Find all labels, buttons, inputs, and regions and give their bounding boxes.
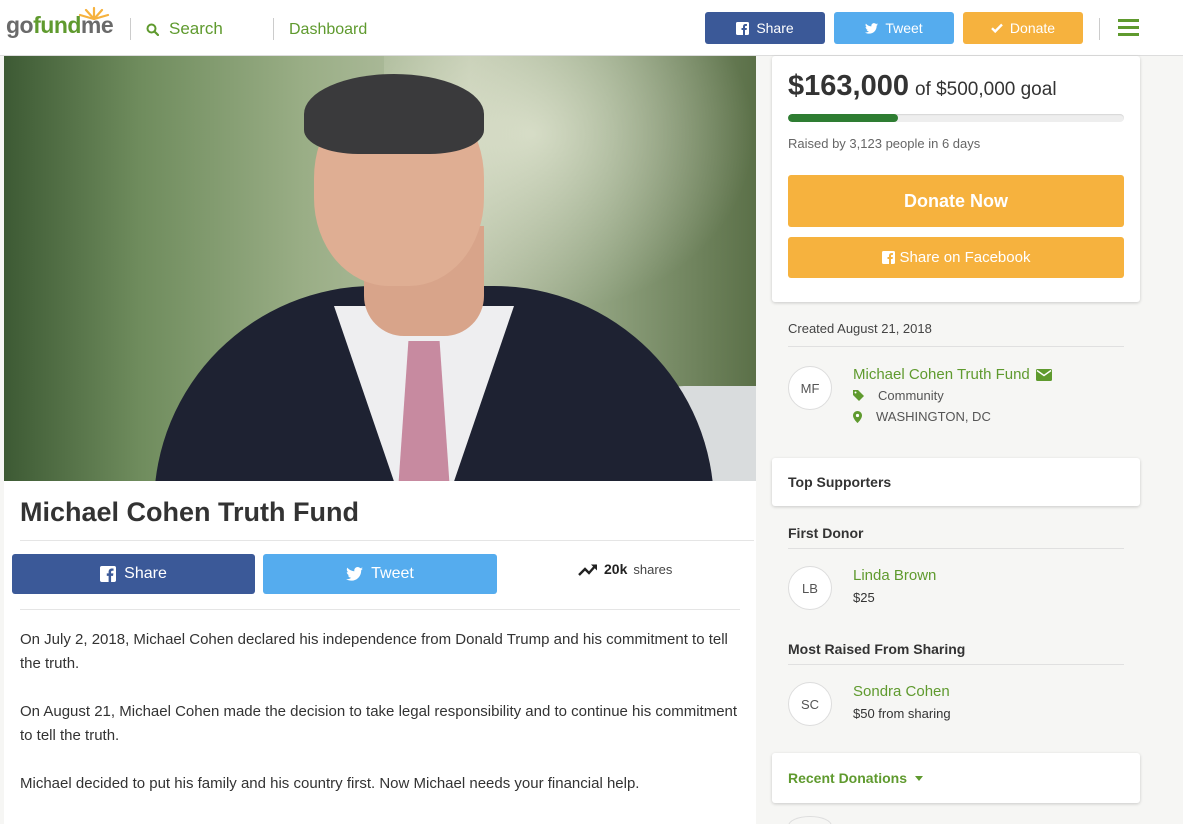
- most-raised-amount: $50 from sharing: [853, 706, 951, 721]
- envelope-icon[interactable]: [1035, 368, 1052, 381]
- nav-divider: [130, 18, 131, 40]
- trending-up-icon: [578, 563, 597, 576]
- most-raised-name[interactable]: Sondra Cohen: [853, 683, 950, 700]
- map-marker-icon: [853, 410, 862, 423]
- avatar: MF: [788, 366, 832, 410]
- facebook-icon: [881, 251, 895, 264]
- donate-now-button[interactable]: Donate Now: [788, 175, 1124, 227]
- organizer-link[interactable]: Michael Cohen Truth Fund: [853, 366, 1052, 383]
- first-donor-name[interactable]: Linda Brown: [853, 567, 936, 584]
- menu-icon[interactable]: [1118, 19, 1139, 36]
- top-supporters-card: Top Supporters: [772, 458, 1140, 506]
- first-donor-amount: $25: [853, 590, 875, 605]
- story-paragraph: On July 2, 2018, Michael Cohen declared …: [20, 631, 728, 672]
- shares-count: 20k shares: [578, 561, 672, 577]
- avatar: [788, 816, 832, 824]
- story-paragraph: On August 21, Michael Cohen made the dec…: [20, 703, 738, 744]
- dashboard-link[interactable]: Dashboard: [289, 21, 367, 39]
- tweet-button-label: Tweet: [371, 565, 414, 582]
- first-donor-heading: First Donor: [788, 525, 864, 541]
- logo-prefix: go: [6, 12, 34, 38]
- header-tweet-button[interactable]: Tweet: [834, 12, 954, 44]
- organizer-name: Michael Cohen Truth Fund: [853, 366, 1030, 383]
- share-on-facebook-label: Share on Facebook: [899, 249, 1031, 266]
- avatar: LB: [788, 566, 832, 610]
- raised-amount: $163,000: [788, 70, 909, 102]
- category-label: Community: [878, 388, 944, 403]
- tweet-button[interactable]: Tweet: [263, 554, 497, 594]
- share-button[interactable]: Share: [12, 554, 255, 594]
- logo-fund: fund: [33, 12, 81, 38]
- facebook-icon: [100, 566, 117, 582]
- divider: [788, 664, 1124, 665]
- search-label: Search: [169, 19, 223, 38]
- raised-by-text: Raised by 3,123 people in 6 days: [788, 136, 981, 151]
- amount-raised: $163,000 of $500,000 goal: [788, 70, 1057, 103]
- shares-label: shares: [633, 561, 673, 577]
- campaign-title: Michael Cohen Truth Fund: [20, 497, 359, 527]
- share-on-facebook-button[interactable]: Share on Facebook: [788, 237, 1124, 278]
- search-icon: [146, 23, 159, 36]
- divider: [20, 609, 740, 610]
- nav-divider: [1099, 18, 1100, 40]
- most-raised-heading: Most Raised From Sharing: [788, 641, 966, 657]
- checkmark-icon: [991, 23, 1003, 33]
- recent-donations-card[interactable]: Recent Donations: [772, 753, 1140, 803]
- header-share-button[interactable]: Share: [705, 12, 825, 44]
- avatar: SC: [788, 682, 832, 726]
- story-paragraph: Michael decided to put his family and hi…: [20, 775, 640, 792]
- campaign-story: On July 2, 2018, Michael Cohen declared …: [20, 628, 740, 820]
- top-navigation-bar: gofundme Search Dashboard Share Tweet Do…: [0, 0, 1183, 56]
- progress-bar: [788, 114, 1124, 122]
- organizer-location: WASHINGTON, DC: [853, 409, 991, 424]
- twitter-icon: [865, 22, 879, 34]
- caret-down-icon: [915, 775, 924, 781]
- recent-donations-label: Recent Donations: [788, 770, 908, 786]
- header-donate-button[interactable]: Donate: [963, 12, 1083, 44]
- top-supporters-heading: Top Supporters: [788, 474, 892, 490]
- recent-donations-toggle[interactable]: Recent Donations: [788, 770, 924, 786]
- facebook-icon: [736, 21, 750, 35]
- shares-number: 20k: [604, 561, 628, 577]
- goal-text: of $500,000 goal: [914, 79, 1057, 100]
- divider: [20, 540, 754, 541]
- header-share-label: Share: [756, 20, 794, 36]
- share-button-label: Share: [124, 565, 167, 582]
- header-donate-label: Donate: [1009, 20, 1056, 36]
- search-link[interactable]: Search: [146, 19, 223, 39]
- progress-fill: [788, 114, 898, 122]
- location-label: WASHINGTON, DC: [876, 409, 991, 424]
- divider: [788, 346, 1124, 347]
- logo-sun-icon: [78, 6, 110, 20]
- divider: [788, 548, 1124, 549]
- header-tweet-label: Tweet: [885, 20, 923, 36]
- created-date: Created August 21, 2018: [788, 321, 932, 336]
- nav-divider: [273, 18, 274, 40]
- twitter-icon: [346, 567, 364, 581]
- tag-icon: [853, 390, 864, 401]
- campaign-main: Michael Cohen Truth Fund Share Tweet 20k…: [4, 56, 756, 824]
- organizer-category: Community: [853, 388, 944, 403]
- donation-card: $163,000 of $500,000 goal Raised by 3,12…: [772, 56, 1140, 302]
- campaign-photo: [4, 56, 756, 481]
